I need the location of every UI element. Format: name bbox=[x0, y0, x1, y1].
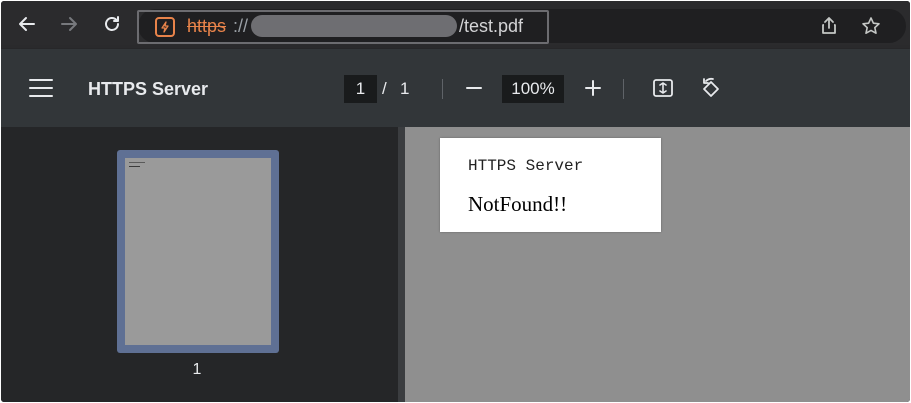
url-path[interactable]: /test.pdf bbox=[459, 14, 523, 38]
thumbnail-sidebar: 1 bbox=[1, 127, 398, 402]
reload-icon bbox=[105, 16, 119, 31]
zoom-level-input[interactable]: 100% bbox=[502, 75, 564, 103]
browser-toolbar: https :// /test.pdf bbox=[1, 1, 910, 49]
not-secure-icon[interactable] bbox=[155, 17, 175, 37]
page-thumbnail-preview bbox=[125, 158, 271, 345]
pdf-toolbar: HTTPS Server 1 / 1 100% bbox=[1, 49, 910, 127]
thumbnail-text-line bbox=[129, 166, 140, 167]
plus-icon bbox=[585, 80, 601, 96]
thumbnail-page-label: 1 bbox=[192, 361, 202, 378]
menu-icon-bar bbox=[29, 95, 53, 97]
rotate-icon bbox=[703, 77, 719, 97]
sidebar-resize-handle[interactable] bbox=[398, 127, 405, 402]
document-title: HTTPS Server bbox=[88, 79, 209, 99]
menu-button[interactable] bbox=[29, 77, 53, 99]
menu-icon-bar bbox=[29, 87, 53, 89]
bookmark-button[interactable] bbox=[858, 13, 884, 39]
back-arrow-icon bbox=[19, 17, 35, 31]
back-button[interactable] bbox=[14, 11, 40, 37]
pdf-page: HTTPS Server NotFound!! bbox=[440, 138, 661, 232]
url-separator[interactable]: :// bbox=[233, 14, 248, 38]
minus-icon bbox=[466, 87, 482, 89]
page-thumbnail-selected[interactable] bbox=[117, 150, 279, 353]
rotate-button[interactable] bbox=[699, 76, 723, 100]
url-scheme[interactable]: https bbox=[187, 14, 226, 38]
browser-window: https :// /test.pdf HTTPS Server 1 / 1 1… bbox=[1, 1, 910, 402]
zoom-out-button[interactable] bbox=[463, 77, 485, 99]
thumbnail-text-line bbox=[129, 162, 145, 163]
forward-button[interactable] bbox=[56, 11, 82, 37]
page-separator: / bbox=[382, 79, 387, 98]
toolbar-divider bbox=[623, 79, 624, 99]
pdf-viewer: HTTPS Server NotFound!! bbox=[405, 127, 910, 402]
share-button[interactable] bbox=[816, 13, 842, 39]
fit-to-page-button[interactable] bbox=[651, 76, 675, 100]
pdf-body-text: NotFound!! bbox=[468, 192, 568, 216]
forward-arrow-icon bbox=[61, 17, 77, 31]
reload-button[interactable] bbox=[99, 11, 125, 37]
menu-icon-bar bbox=[29, 79, 53, 81]
url-host-redacted bbox=[251, 15, 457, 37]
page-total: 1 bbox=[400, 79, 410, 98]
star-icon bbox=[862, 17, 880, 34]
fit-page-icon bbox=[653, 79, 673, 97]
zoom-in-button[interactable] bbox=[582, 77, 604, 99]
share-icon bbox=[822, 17, 836, 34]
page-number-input[interactable]: 1 bbox=[344, 75, 377, 103]
toolbar-divider bbox=[442, 79, 443, 99]
pdf-heading-text: HTTPS Server bbox=[468, 157, 584, 175]
